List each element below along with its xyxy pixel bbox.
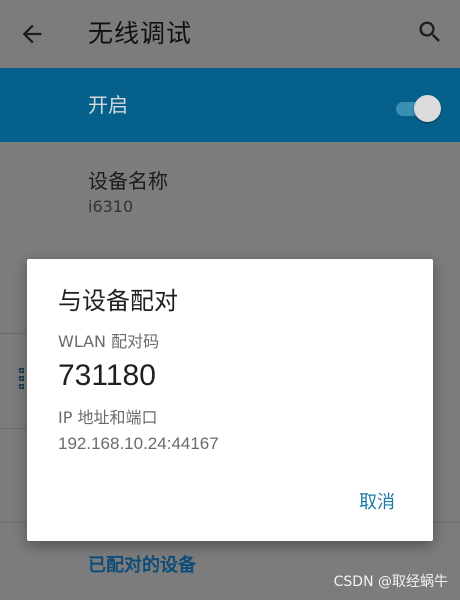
wireless-debugging-switch[interactable] [396,95,442,122]
watermark: CSDN @取经蜗牛 [333,574,448,590]
pairing-code-label: WLAN 配对码 [58,332,160,351]
arrow-left-icon[interactable] [18,20,46,48]
ip-address-value: 192.168.10.24:44167 [58,434,219,453]
divider [0,333,26,334]
ip-address-label: IP 地址和端口 [58,408,158,427]
paired-devices-header: 已配对的设备 [88,555,196,576]
device-name-value: i6310 [88,197,134,216]
dialog-title: 与设备配对 [58,287,178,315]
pairing-code-value: 731180 [58,359,156,392]
page-title: 无线调试 [88,19,193,48]
switch-thumb [414,95,441,122]
pairing-dialog: 与设备配对 WLAN 配对码 731180 IP 地址和端口 192.168.1… [27,259,433,541]
device-name-row[interactable]: 设备名称 i6310 [0,142,460,262]
wireless-debugging-toggle-row[interactable]: 开启 [0,68,460,142]
toggle-label: 开启 [88,93,128,117]
search-icon[interactable] [416,18,444,46]
app-bar: 无线调试 [0,0,460,68]
divider [0,428,26,429]
device-name-label: 设备名称 [88,169,168,193]
cancel-button[interactable]: 取消 [359,491,395,515]
